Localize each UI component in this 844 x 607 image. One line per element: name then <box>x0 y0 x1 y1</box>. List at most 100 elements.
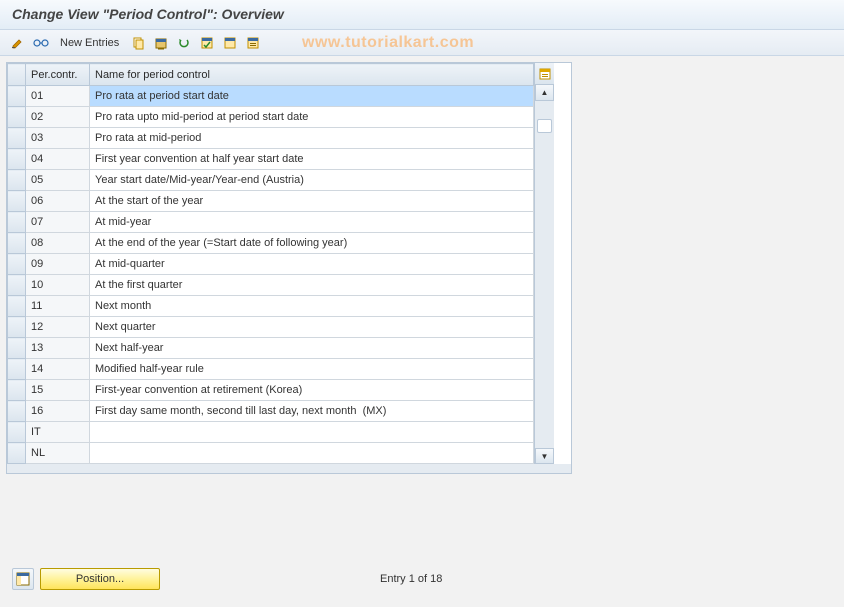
new-entries-button[interactable]: New Entries <box>54 35 125 51</box>
period-name-cell[interactable] <box>90 233 533 253</box>
row-selector[interactable] <box>8 296 26 317</box>
table-row <box>8 338 534 359</box>
period-code-cell[interactable] <box>26 317 89 337</box>
table-row <box>8 317 534 338</box>
row-selector[interactable] <box>8 233 26 254</box>
scrollbar-thumb[interactable] <box>537 119 552 133</box>
table-row <box>8 359 534 380</box>
table-row <box>8 254 534 275</box>
period-name-cell[interactable] <box>90 149 533 169</box>
row-selector[interactable] <box>8 275 26 296</box>
content-area: Per.contr. Name for period control ▲ ▼ <box>0 56 844 480</box>
change-display-icon[interactable] <box>8 34 28 52</box>
row-selector[interactable] <box>8 317 26 338</box>
row-selector[interactable] <box>8 170 26 191</box>
column-header-code[interactable]: Per.contr. <box>26 64 90 86</box>
column-header-selector[interactable] <box>8 64 26 86</box>
select-all-icon[interactable] <box>197 34 217 52</box>
period-name-cell[interactable] <box>90 401 533 421</box>
entry-status: Entry 1 of 18 <box>380 573 442 585</box>
undo-icon[interactable] <box>174 34 194 52</box>
period-code-cell[interactable] <box>26 422 89 442</box>
period-code-cell[interactable] <box>26 107 89 127</box>
scroll-down-button[interactable]: ▼ <box>535 448 554 464</box>
period-name-cell[interactable] <box>90 107 533 127</box>
table-row <box>8 128 534 149</box>
row-selector[interactable] <box>8 86 26 107</box>
period-name-cell[interactable] <box>90 212 533 232</box>
period-code-cell[interactable] <box>26 149 89 169</box>
row-selector[interactable] <box>8 443 26 464</box>
period-code-cell[interactable] <box>26 212 89 232</box>
table-row <box>8 275 534 296</box>
period-code-cell[interactable] <box>26 86 89 106</box>
period-control-table: Per.contr. Name for period control <box>7 63 534 464</box>
table-row <box>8 233 534 254</box>
period-code-cell[interactable] <box>26 128 89 148</box>
period-code-cell[interactable] <box>26 275 89 295</box>
period-code-cell[interactable] <box>26 380 89 400</box>
period-code-cell[interactable] <box>26 401 89 421</box>
table-settings-icon[interactable] <box>535 63 554 85</box>
vertical-scrollbar: ▲ ▼ <box>534 63 554 464</box>
row-selector[interactable] <box>8 107 26 128</box>
row-selector[interactable] <box>8 401 26 422</box>
period-code-cell[interactable] <box>26 338 89 358</box>
period-code-cell[interactable] <box>26 359 89 379</box>
period-name-cell[interactable] <box>90 380 533 400</box>
deselect-all-icon[interactable] <box>220 34 240 52</box>
page-title: Change View "Period Control": Overview <box>12 6 284 22</box>
table-row <box>8 191 534 212</box>
layout-icon[interactable] <box>12 568 34 590</box>
toolbar: New Entries www.tutorialkart.com <box>0 30 844 56</box>
table-row <box>8 401 534 422</box>
period-code-cell[interactable] <box>26 233 89 253</box>
period-name-cell[interactable] <box>90 86 533 106</box>
period-code-cell[interactable] <box>26 443 89 463</box>
row-selector[interactable] <box>8 191 26 212</box>
table-row <box>8 296 534 317</box>
copy-icon[interactable] <box>128 34 148 52</box>
footer: Position... Entry 1 of 18 <box>0 565 844 593</box>
position-button[interactable]: Position... <box>40 568 160 590</box>
table-row <box>8 443 534 464</box>
print-icon[interactable] <box>243 34 263 52</box>
row-selector[interactable] <box>8 359 26 380</box>
period-name-cell[interactable] <box>90 254 533 274</box>
period-name-cell[interactable] <box>90 296 533 316</box>
period-code-cell[interactable] <box>26 296 89 316</box>
table-row <box>8 170 534 191</box>
row-selector[interactable] <box>8 422 26 443</box>
row-selector[interactable] <box>8 380 26 401</box>
table-row <box>8 86 534 107</box>
row-selector[interactable] <box>8 128 26 149</box>
titlebar: Change View "Period Control": Overview <box>0 0 844 30</box>
period-name-cell[interactable] <box>90 191 533 211</box>
period-name-cell[interactable] <box>90 338 533 358</box>
row-selector[interactable] <box>8 338 26 359</box>
table-container: Per.contr. Name for period control ▲ ▼ <box>6 62 572 465</box>
table-row <box>8 212 534 233</box>
table-row <box>8 149 534 170</box>
row-selector[interactable] <box>8 212 26 233</box>
period-name-cell[interactable] <box>90 359 533 379</box>
horizontal-scrollbar[interactable] <box>6 464 572 474</box>
period-name-cell[interactable] <box>90 128 533 148</box>
table-row <box>8 422 534 443</box>
period-name-cell[interactable] <box>90 443 533 463</box>
period-name-cell[interactable] <box>90 422 533 442</box>
period-name-cell[interactable] <box>90 170 533 190</box>
period-code-cell[interactable] <box>26 254 89 274</box>
scroll-up-button[interactable]: ▲ <box>535 85 554 101</box>
period-code-cell[interactable] <box>26 191 89 211</box>
row-selector[interactable] <box>8 149 26 170</box>
period-code-cell[interactable] <box>26 170 89 190</box>
delete-icon[interactable] <box>151 34 171 52</box>
period-name-cell[interactable] <box>90 275 533 295</box>
row-selector[interactable] <box>8 254 26 275</box>
glasses-icon[interactable] <box>31 34 51 52</box>
scrollbar-track[interactable]: ▲ ▼ <box>535 85 554 464</box>
period-name-cell[interactable] <box>90 317 533 337</box>
table-row <box>8 107 534 128</box>
column-header-name[interactable]: Name for period control <box>90 64 534 86</box>
